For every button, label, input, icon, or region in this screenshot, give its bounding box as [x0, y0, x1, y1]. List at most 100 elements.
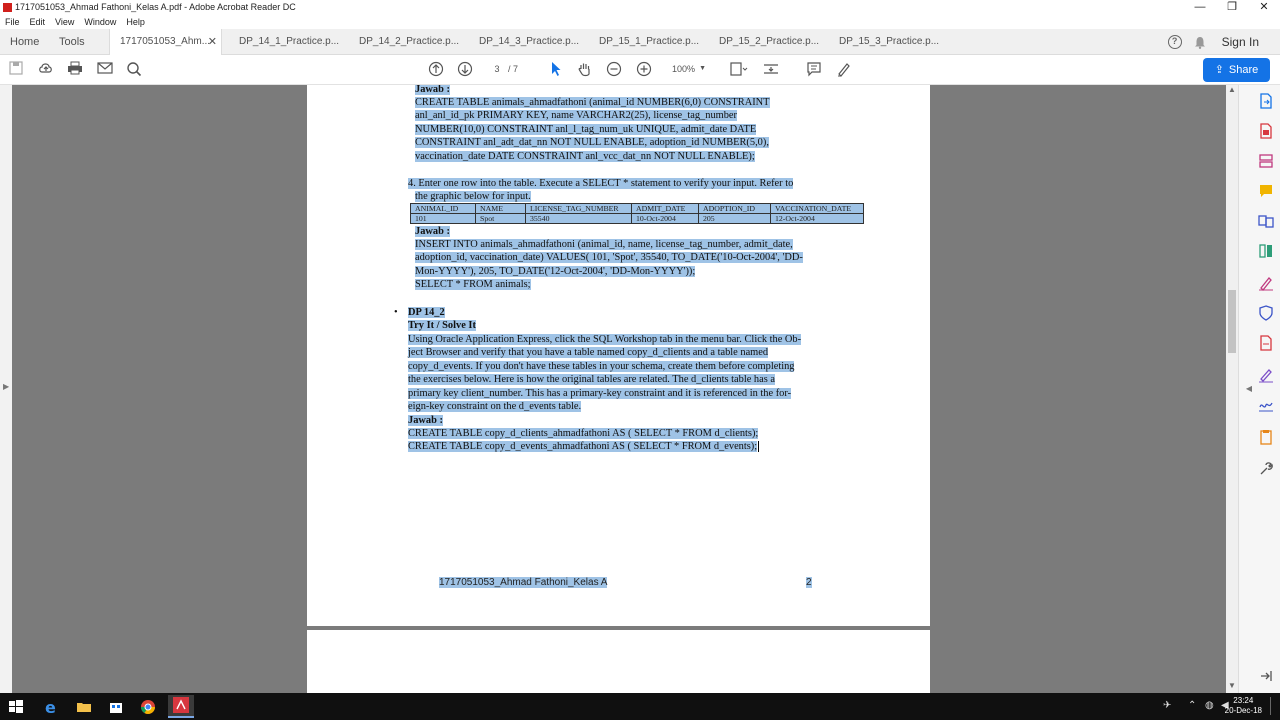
pdf-next-page[interactable]	[307, 630, 930, 693]
tab-home[interactable]: Home	[10, 29, 50, 55]
tab-label: 1717051053_Ahm...	[120, 36, 211, 47]
window-controls: — ❐ ✕	[1184, 0, 1280, 15]
windows-start-icon[interactable]	[6, 697, 26, 717]
notifications-bell-icon[interactable]	[1194, 36, 1206, 49]
zoom-out-icon[interactable]	[605, 61, 623, 79]
tab-dp-14-3[interactable]: DP_14_3_Practice.p...	[479, 29, 584, 55]
clock-time: 23:24	[1233, 696, 1254, 705]
page-total: / 7	[508, 64, 519, 74]
upload-cloud-icon[interactable]	[37, 61, 55, 79]
table-header: NAME	[475, 203, 526, 214]
restore-button[interactable]: ❐	[1216, 0, 1248, 15]
page-footer-author: 1717051053_Ahmad Fathoni_Kelas A	[439, 577, 608, 588]
edge-browser-icon[interactable]: e	[42, 697, 62, 717]
taskbar-clock[interactable]: 23:24 20-Dec-18	[1225, 696, 1262, 716]
collapse-right-panel-icon[interactable]: ◀	[1241, 381, 1257, 397]
clock-date: 20-Dec-18	[1224, 706, 1262, 715]
menu-bar: File Edit View Window Help	[0, 15, 1280, 29]
chevron-down-icon: ▼	[699, 65, 706, 72]
comment-icon[interactable]	[805, 61, 823, 79]
tab-dp-14-2[interactable]: DP_14_2_Practice.p...	[359, 29, 464, 55]
share-button[interactable]: ⇪ Share	[1203, 58, 1270, 82]
show-desktop-button[interactable]	[1270, 697, 1273, 715]
pdf-page[interactable]: Jawab : CREATE TABLE animals_ahmadfathon…	[307, 85, 930, 626]
table-cell: 35540	[525, 213, 632, 224]
zoom-select[interactable]: 100% ▼	[664, 61, 710, 77]
tab-document-active[interactable]: 1717051053_Ahm... ✕	[109, 29, 222, 56]
scroll-up-icon[interactable]: ▲	[1228, 85, 1236, 94]
table-header: ADOPTION_ID	[698, 203, 771, 214]
chrome-icon[interactable]	[138, 697, 158, 717]
wifi-icon[interactable]: ◍	[1205, 700, 1214, 711]
section-title: DP 14_2	[408, 307, 445, 318]
help-icon[interactable]: ?	[1167, 35, 1182, 49]
table-row: 101 Spot 35540 10-Oct-2004 205 12-Oct-20…	[410, 213, 864, 224]
zoom-in-icon[interactable]	[635, 61, 653, 79]
vertical-scrollbar[interactable]: ▲ ▼	[1226, 85, 1238, 693]
scrollbar-thumb[interactable]	[1228, 290, 1236, 353]
select-cursor-icon[interactable]	[547, 61, 565, 79]
combine-files-icon[interactable]	[1258, 213, 1274, 229]
previous-page-icon[interactable]	[427, 61, 445, 79]
save-icon[interactable]	[7, 61, 25, 79]
tab-tools[interactable]: Tools	[59, 29, 99, 55]
jawab-heading-2: Jawab :	[415, 226, 450, 237]
search-icon[interactable]	[125, 61, 143, 79]
toolbar: 3 / 7 100% ▼ ⇪ Share	[0, 55, 1280, 85]
bullet: •	[394, 307, 398, 318]
file-explorer-icon[interactable]	[74, 697, 94, 717]
email-icon[interactable]	[96, 61, 114, 79]
tab-dp-15-1[interactable]: DP_15_1_Practice.p...	[599, 29, 704, 55]
tab-dp-14-1[interactable]: DP_14_1_Practice.p...	[239, 29, 344, 55]
scrolling-mode-icon[interactable]	[762, 61, 780, 79]
table-cell: 101	[410, 213, 476, 224]
svg-text:e: e	[45, 698, 56, 717]
right-tools-panel: ◀	[1238, 85, 1280, 693]
acrobat-app-icon	[3, 3, 12, 12]
protect-shield-icon[interactable]	[1258, 305, 1274, 321]
scroll-down-icon[interactable]: ▼	[1228, 681, 1236, 690]
expand-panel-icon[interactable]	[1258, 669, 1274, 685]
close-tab-icon[interactable]: ✕	[208, 29, 217, 55]
acrobat-taskbar-icon[interactable]	[168, 695, 194, 718]
try-it-heading: Try It / Solve It	[408, 320, 476, 331]
menu-window[interactable]: Window	[84, 15, 116, 29]
next-page-icon[interactable]	[456, 61, 474, 79]
people-icon[interactable]: ✈	[1163, 700, 1171, 711]
menu-view[interactable]: View	[55, 15, 74, 29]
highlight-pen-icon[interactable]	[835, 61, 853, 79]
close-window-button[interactable]: ✕	[1248, 0, 1280, 15]
minimize-button[interactable]: —	[1184, 0, 1216, 15]
store-icon[interactable]	[106, 697, 126, 717]
comment-tool-icon[interactable]	[1258, 183, 1274, 199]
hand-tool-icon[interactable]	[576, 61, 594, 79]
table-header: LICENSE_TAG_NUMBER	[525, 203, 632, 214]
animals-sample-table: ANIMAL_ID NAME LICENSE_TAG_NUMBER ADMIT_…	[410, 203, 864, 224]
more-tools-icon[interactable]	[1258, 461, 1274, 477]
sign-in-link[interactable]: Sign In	[1222, 35, 1259, 49]
print-icon[interactable]	[66, 61, 84, 79]
title-bar: 1717051053_Ahmad Fathoni_Kelas A.pdf - A…	[0, 0, 1280, 15]
export-pdf-icon[interactable]	[1258, 93, 1274, 109]
show-hidden-icons-icon[interactable]: ⌃	[1188, 700, 1196, 711]
organize-pages-icon[interactable]	[1258, 153, 1274, 169]
sign-icon[interactable]	[1258, 397, 1274, 413]
fill-sign-icon[interactable]	[1258, 275, 1274, 291]
table-cell: 205	[698, 213, 771, 224]
fit-page-icon[interactable]	[727, 61, 751, 79]
left-panel-toggle[interactable]: ▶	[0, 85, 12, 693]
prepare-form-icon[interactable]	[1258, 429, 1274, 445]
create-pdf-icon[interactable]	[1258, 123, 1274, 139]
expand-left-panel-icon[interactable]: ▶	[3, 382, 9, 391]
document-viewer[interactable]: ▶ Jawab : CREATE TABLE animals_ahmadfath…	[0, 85, 1238, 693]
table-cell: 12-Oct-2004	[770, 213, 864, 224]
menu-help[interactable]: Help	[126, 15, 145, 29]
edit-pdf-icon[interactable]	[1258, 367, 1274, 383]
tab-dp-15-2[interactable]: DP_15_2_Practice.p...	[719, 29, 824, 55]
menu-file[interactable]: File	[5, 15, 20, 29]
convert-pdf-icon[interactable]	[1258, 335, 1274, 351]
page-footer-number: 2	[806, 577, 812, 588]
menu-edit[interactable]: Edit	[30, 15, 46, 29]
compare-files-icon[interactable]	[1258, 243, 1274, 259]
tab-dp-15-3[interactable]: DP_15_3_Practice.p...	[839, 29, 944, 55]
